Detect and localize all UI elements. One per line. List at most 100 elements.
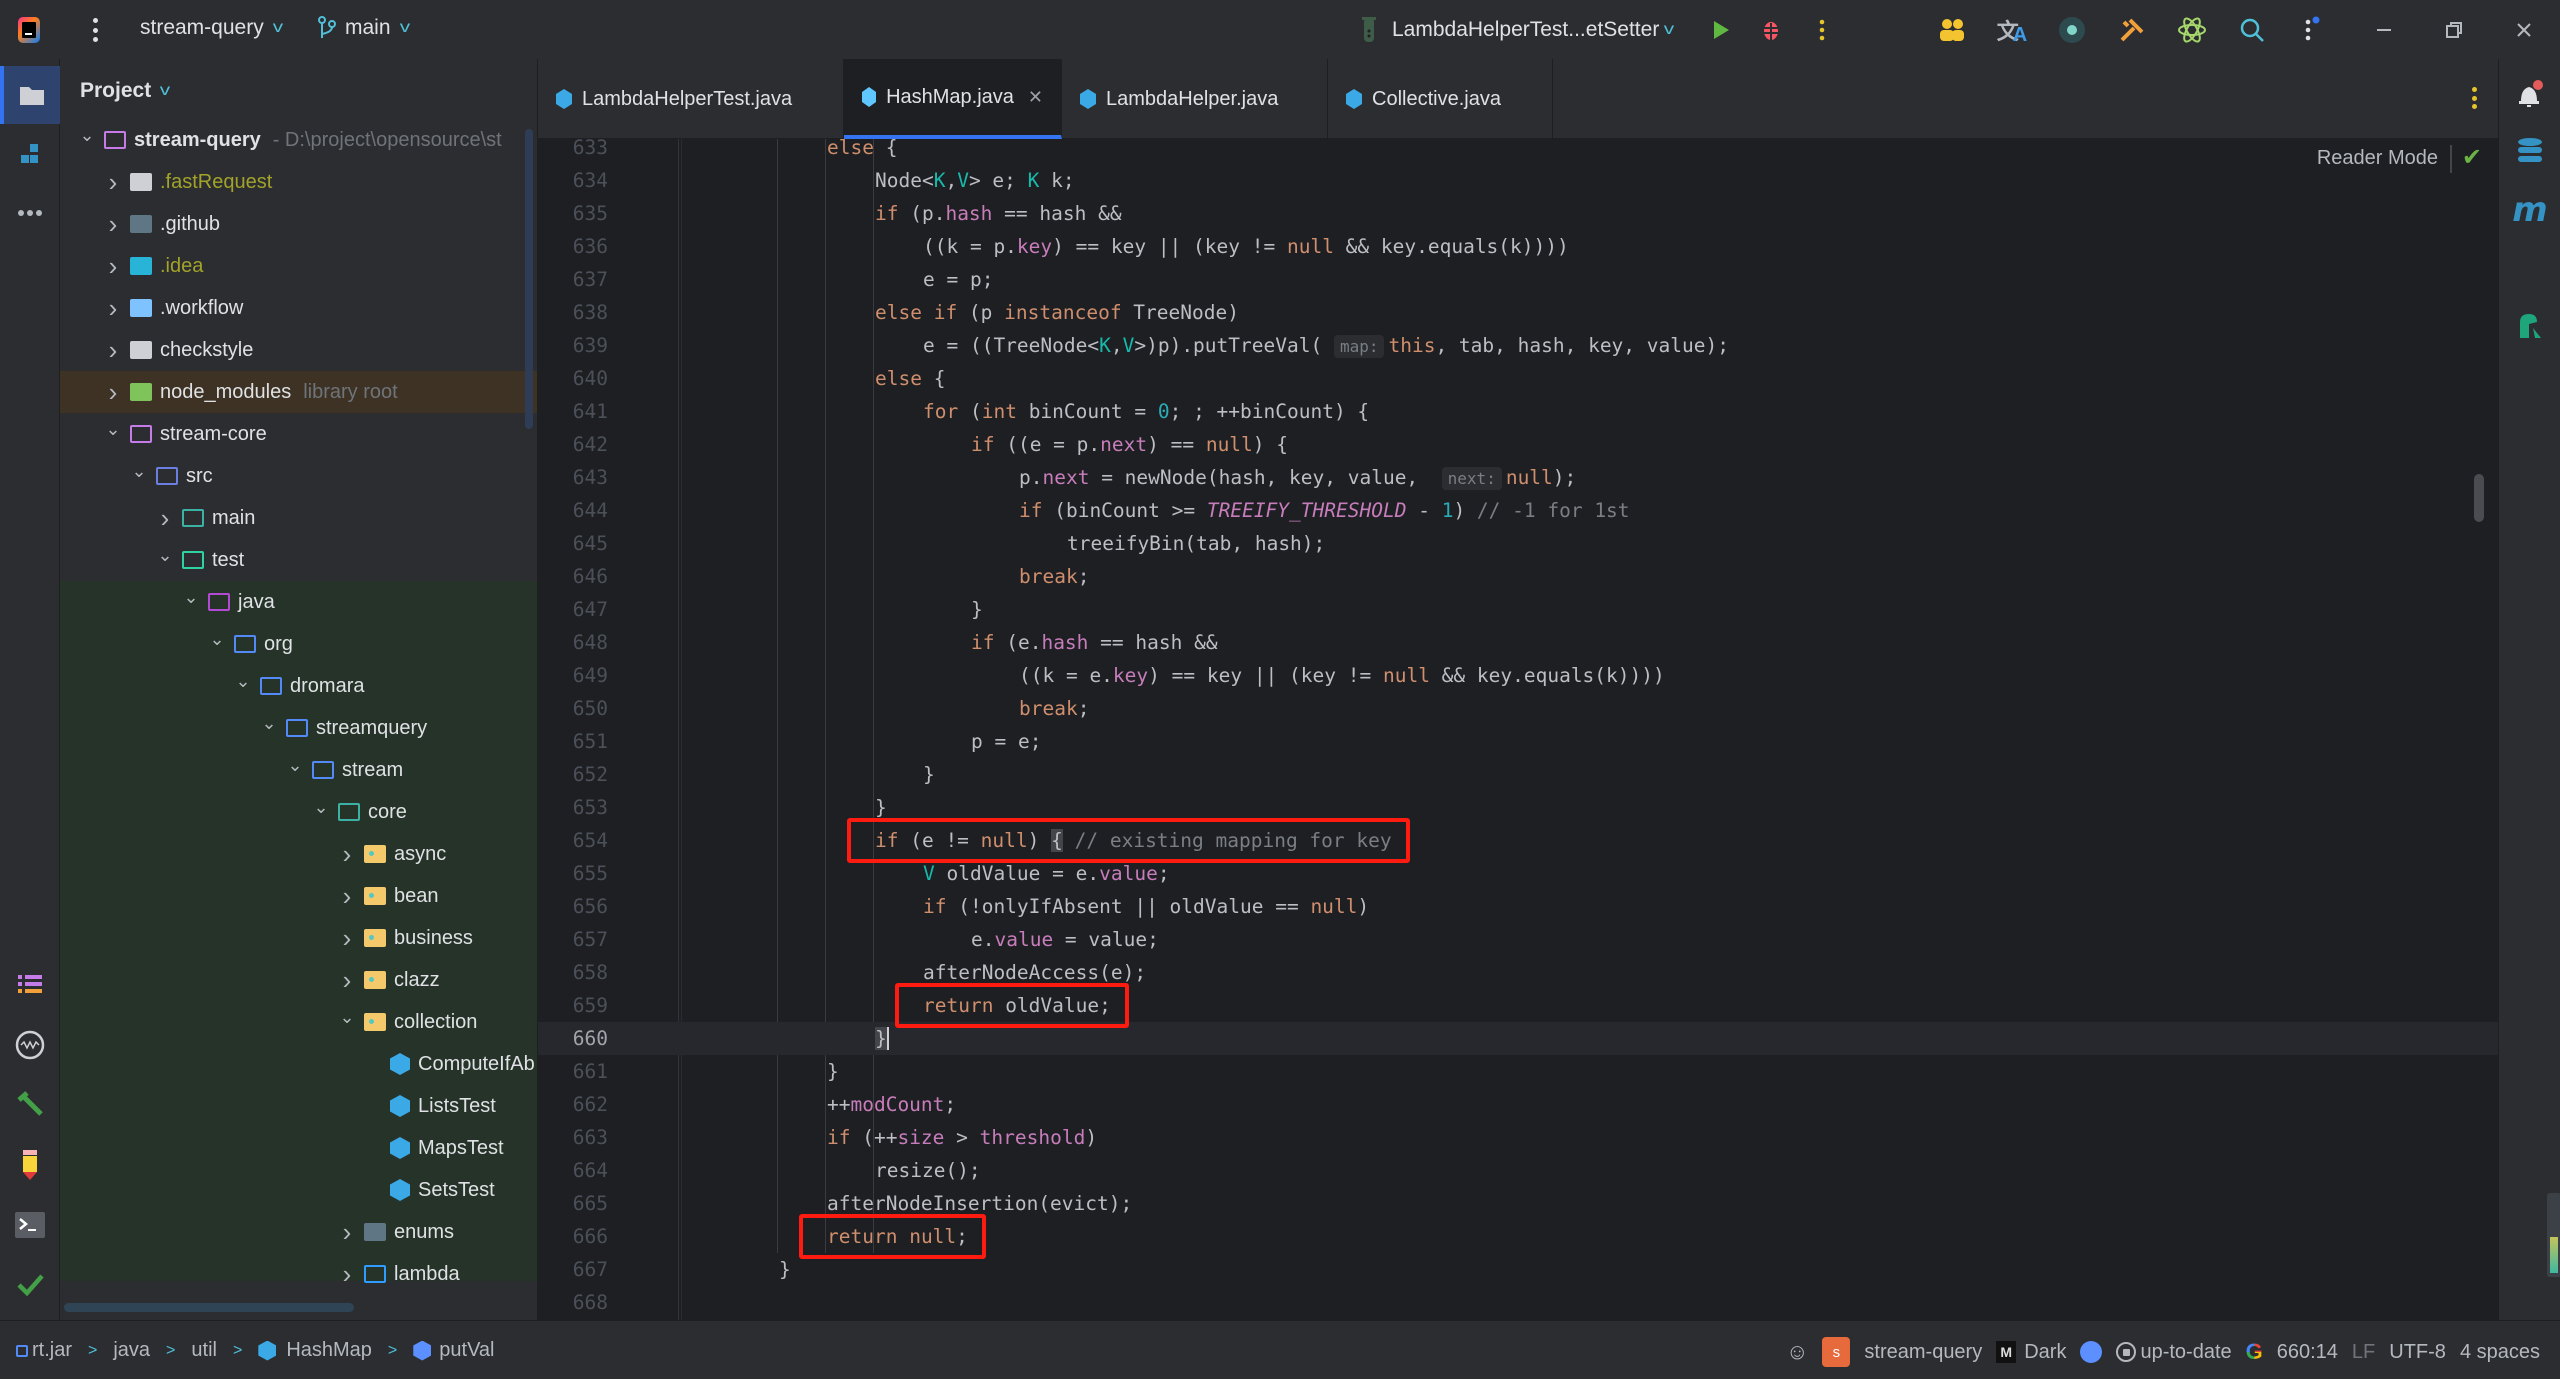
- tree-item[interactable]: ⌄ collection: [60, 1001, 537, 1043]
- chevron-right-icon[interactable]: ›: [336, 1259, 358, 1290]
- memory-indicator[interactable]: [2547, 1193, 2560, 1277]
- reader-mode-button[interactable]: Reader Mode: [2317, 147, 2438, 170]
- chevron-right-icon[interactable]: ›: [336, 839, 358, 870]
- line-number[interactable]: 668: [538, 1286, 608, 1319]
- line-number[interactable]: 647: [538, 593, 608, 626]
- chevron-down-icon[interactable]: ⌄: [102, 419, 124, 440]
- run-icon[interactable]: [1705, 14, 1737, 46]
- line-number[interactable]: 653: [538, 791, 608, 824]
- line-number[interactable]: 638: [538, 296, 608, 329]
- tree-item[interactable]: › business: [60, 917, 537, 959]
- breadcrumb-item[interactable]: rt.jar: [32, 1339, 72, 1362]
- breadcrumb-item[interactable]: java: [113, 1339, 150, 1362]
- chevron-down-icon[interactable]: ⌄: [154, 545, 176, 566]
- maven-button[interactable]: m: [2509, 189, 2551, 231]
- copilot-icon[interactable]: ☺: [1786, 1339, 1808, 1365]
- record-icon[interactable]: [2056, 14, 2088, 46]
- project-switcher[interactable]: stream-query v: [140, 16, 283, 40]
- tree-item[interactable]: › async: [60, 833, 537, 875]
- code-with-me-icon[interactable]: [1936, 14, 1968, 46]
- line-number[interactable]: 655: [538, 857, 608, 890]
- profiler-tool-button[interactable]: [0, 1016, 60, 1074]
- tree-item[interactable]: › enums: [60, 1211, 537, 1253]
- main-menu-icon[interactable]: [88, 18, 102, 42]
- line-number[interactable]: 662: [538, 1088, 608, 1121]
- tree-item[interactable]: › .workflow: [60, 287, 537, 329]
- chevron-right-icon[interactable]: ›: [102, 335, 124, 366]
- chevron-right-icon[interactable]: ›: [336, 881, 358, 912]
- app-logo-icon[interactable]: [18, 17, 40, 43]
- tree-item[interactable]: ⌄ src: [60, 455, 537, 497]
- chevron-down-icon[interactable]: ⌄: [76, 125, 98, 146]
- todo-tool-button[interactable]: [0, 955, 60, 1013]
- chevron-right-icon[interactable]: ›: [154, 503, 176, 534]
- chevron-right-icon[interactable]: ›: [336, 923, 358, 954]
- line-number[interactable]: 645: [538, 527, 608, 560]
- chevron-down-icon[interactable]: ⌄: [128, 461, 150, 482]
- close-icon[interactable]: [2508, 14, 2540, 46]
- code-area[interactable]: 633 else {634 Node<K,V> e; K k; 635 if (p.ha…: [538, 139, 2498, 1320]
- vcs-status[interactable]: up-to-date: [2140, 1341, 2231, 1364]
- settings-more-icon[interactable]: [2296, 14, 2328, 46]
- chevron-down-icon[interactable]: ⌄: [258, 713, 280, 734]
- tab-lambdahelper[interactable]: LambdaHelper.java: [1062, 59, 1328, 139]
- line-number[interactable]: 658: [538, 956, 608, 989]
- tree-item[interactable]: › main: [60, 497, 537, 539]
- tree-item[interactable]: ⌄ stream-core: [60, 413, 537, 455]
- search-icon[interactable]: [2236, 14, 2268, 46]
- tree-item[interactable]: › node_modules library root: [60, 371, 537, 413]
- tree-item[interactable]: › .github: [60, 203, 537, 245]
- problems-tool-button[interactable]: [0, 1255, 60, 1313]
- tree-item[interactable]: ⌄ streamquery: [60, 707, 537, 749]
- build-tools-icon[interactable]: [2116, 14, 2148, 46]
- line-number[interactable]: 661: [538, 1055, 608, 1088]
- line-number[interactable]: 637: [538, 263, 608, 296]
- line-number[interactable]: 660: [538, 1022, 608, 1055]
- line-number[interactable]: 664: [538, 1154, 608, 1187]
- chevron-down-icon[interactable]: ⌄: [232, 671, 254, 692]
- line-number[interactable]: 665: [538, 1187, 608, 1220]
- tree-item[interactable]: ⌄ test: [60, 539, 537, 581]
- line-number[interactable]: 650: [538, 692, 608, 725]
- tab-lambdahelpertest[interactable]: LambdaHelperTest.java: [538, 59, 844, 139]
- tree-item[interactable]: ComputeIfAb: [60, 1043, 537, 1085]
- tree-item[interactable]: ⌄ org: [60, 623, 537, 665]
- line-number[interactable]: 666: [538, 1220, 608, 1253]
- status-dot-icon[interactable]: [2080, 1341, 2103, 1363]
- chevron-right-icon[interactable]: ›: [336, 965, 358, 996]
- line-number[interactable]: 646: [538, 560, 608, 593]
- tree-item[interactable]: ⌄ dromara: [60, 665, 537, 707]
- ai-assistant-icon[interactable]: [2176, 14, 2208, 46]
- tree-item[interactable]: MapsTest: [60, 1127, 537, 1169]
- notifications-button[interactable]: [2509, 73, 2551, 115]
- chevron-right-icon[interactable]: ›: [336, 1217, 358, 1248]
- file-encoding[interactable]: UTF-8: [2389, 1341, 2446, 1364]
- chevron-right-icon[interactable]: ›: [102, 167, 124, 198]
- tree-item[interactable]: › lambda: [60, 1253, 537, 1295]
- restore-icon[interactable]: [2438, 14, 2470, 46]
- line-number[interactable]: 634: [538, 164, 608, 197]
- structure-tool-button[interactable]: [0, 125, 60, 183]
- line-number[interactable]: 659: [538, 989, 608, 1022]
- project-horizontal-scrollbar[interactable]: [64, 1303, 354, 1312]
- line-number[interactable]: 644: [538, 494, 608, 527]
- line-number[interactable]: 652: [538, 758, 608, 791]
- tree-item[interactable]: ListsTest: [60, 1085, 537, 1127]
- close-tab-icon[interactable]: ✕: [1028, 87, 1043, 108]
- line-number[interactable]: 633: [538, 139, 608, 164]
- fast-request-button[interactable]: [2509, 305, 2551, 347]
- chevron-right-icon[interactable]: ›: [102, 251, 124, 282]
- tree-item[interactable]: › clazz: [60, 959, 537, 1001]
- run-configuration-selector[interactable]: LambdaHelperTest...etSetter v: [1362, 16, 1675, 44]
- database-button[interactable]: [2509, 131, 2551, 173]
- line-number[interactable]: 639: [538, 329, 608, 362]
- translate-icon[interactable]: 文A: [1996, 14, 2028, 46]
- tab-options-icon[interactable]: [2472, 87, 2478, 109]
- theme-name[interactable]: Dark: [2024, 1341, 2066, 1364]
- breadcrumb-item[interactable]: HashMap: [286, 1339, 372, 1362]
- chevron-down-icon[interactable]: ⌄: [206, 629, 228, 650]
- tab-hashmap[interactable]: HashMap.java ✕: [844, 59, 1062, 139]
- tree-item[interactable]: SetsTest: [60, 1169, 537, 1211]
- more-tools-button[interactable]: [0, 184, 60, 242]
- tree-item[interactable]: ⌄ stream-query - D:\project\opensource\st: [60, 119, 537, 161]
